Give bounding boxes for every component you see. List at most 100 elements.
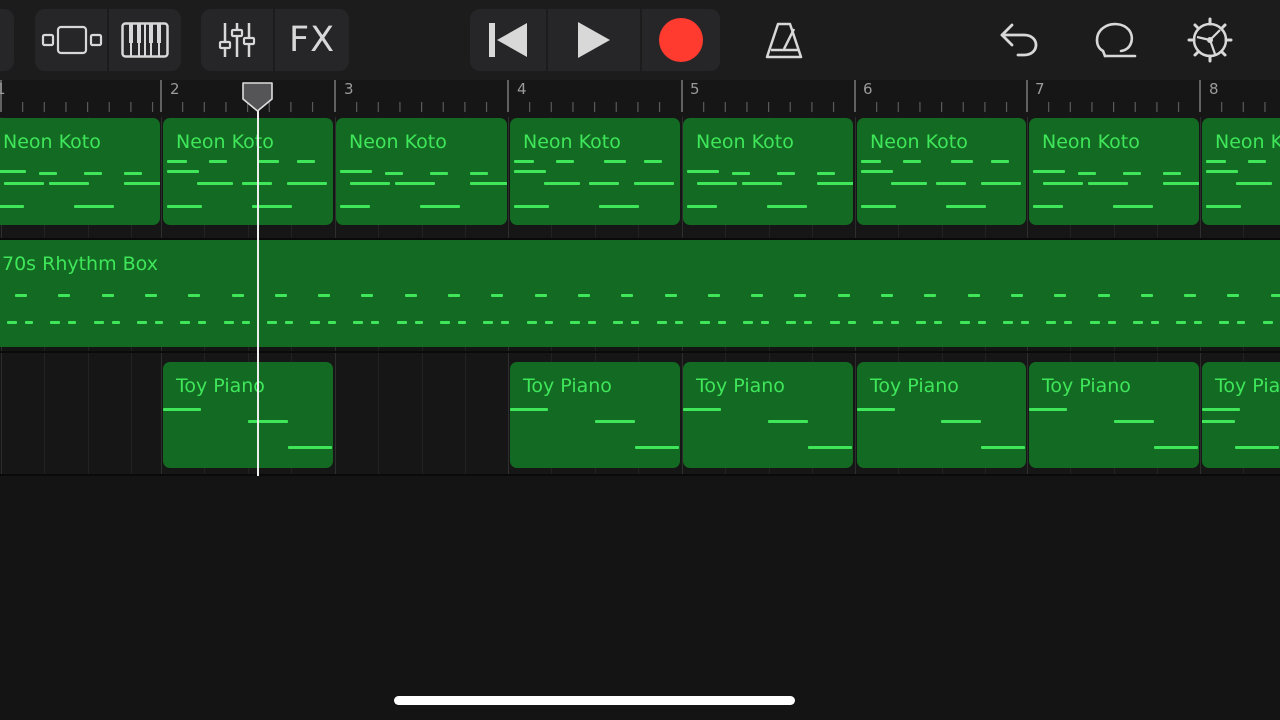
region-toy-piano[interactable]: Toy Piano — [163, 362, 333, 468]
midi-note — [1002, 321, 1013, 324]
playhead-handle[interactable] — [242, 82, 273, 116]
midi-note — [934, 321, 943, 324]
midi-note — [1262, 321, 1273, 324]
midi-note — [1206, 160, 1226, 163]
midi-note — [1043, 182, 1083, 185]
midi-note — [1194, 321, 1203, 324]
home-indicator[interactable] — [394, 696, 795, 705]
rewind-button[interactable] — [470, 9, 546, 71]
midi-note — [777, 172, 795, 175]
midi-note — [4, 182, 44, 185]
midi-note — [248, 420, 288, 423]
midi-note — [1064, 321, 1073, 324]
midi-note — [959, 321, 970, 324]
midi-note — [1154, 446, 1198, 449]
midi-note — [74, 205, 114, 208]
play-button[interactable] — [546, 9, 640, 71]
ruler-ticks — [0, 80, 1266, 112]
region-neon-koto[interactable]: Neon Koto — [857, 118, 1026, 225]
midi-note — [717, 321, 726, 324]
midi-note — [577, 294, 590, 297]
midi-note — [941, 420, 981, 423]
region-neon-koto[interactable]: Neon Koto — [683, 118, 853, 225]
loop-browser-button[interactable] — [1088, 9, 1140, 71]
timeline-ruler[interactable]: 1 2 3 4 5 6 7 8 — [0, 80, 1280, 117]
region-neon-koto[interactable]: Neon Koto — [0, 118, 160, 225]
midi-note — [761, 321, 770, 324]
midi-note — [981, 446, 1025, 449]
region-label: Toy Pia — [1215, 375, 1280, 397]
midi-note — [50, 321, 61, 324]
midi-note — [404, 294, 417, 297]
midi-note — [84, 172, 102, 175]
region-label: Toy Piano — [523, 375, 612, 397]
midi-note — [587, 321, 596, 324]
browser-button[interactable] — [0, 9, 14, 71]
region-toy-piano[interactable]: Toy Pia — [1202, 362, 1280, 468]
bar-number: 7 — [1035, 80, 1045, 98]
fx-button[interactable]: FX — [273, 9, 349, 71]
midi-note — [1078, 172, 1096, 175]
region-toy-piano[interactable]: Toy Piano — [683, 362, 853, 468]
region-neon-koto[interactable]: Neon Koto — [510, 118, 680, 225]
region-neon-koto[interactable]: Neon Koto — [1029, 118, 1199, 225]
region-toy-piano[interactable]: Toy Piano — [857, 362, 1026, 468]
record-button[interactable] — [640, 9, 720, 71]
midi-note — [167, 205, 202, 208]
region-70s-rhythm-box[interactable]: 70s Rhythm Box — [0, 240, 1280, 347]
midi-note — [15, 294, 27, 297]
metronome-button[interactable] — [758, 9, 810, 71]
midi-note — [891, 182, 927, 185]
midi-note — [310, 321, 321, 324]
region-neon-koto[interactable]: Neon Koto — [336, 118, 507, 225]
settings-icon — [1187, 17, 1233, 63]
midi-note — [1088, 182, 1128, 185]
midi-note — [39, 172, 57, 175]
midi-note — [936, 182, 966, 185]
midi-note — [420, 205, 460, 208]
keyboard-icon — [121, 22, 169, 58]
midi-note — [318, 294, 331, 297]
midi-note — [241, 321, 250, 324]
midi-note — [1202, 408, 1240, 411]
midi-note — [514, 160, 534, 163]
midi-note — [340, 205, 370, 208]
region-label: Neon Koto — [3, 131, 101, 153]
midi-note — [49, 182, 89, 185]
midi-note — [743, 321, 754, 324]
region-neon-koto[interactable]: Neon K — [1202, 118, 1280, 225]
track-divider — [0, 474, 1280, 476]
region-toy-piano[interactable]: Toy Piano — [510, 362, 680, 468]
track-view-button[interactable] — [35, 9, 107, 71]
settings-button[interactable] — [1184, 9, 1236, 71]
midi-note — [470, 182, 507, 185]
midi-note — [144, 294, 157, 297]
midi-note — [231, 294, 244, 297]
mixer-icon — [218, 23, 256, 57]
midi-note — [861, 170, 893, 173]
midi-note — [124, 182, 160, 185]
region-label: Toy Piano — [696, 375, 785, 397]
keyboard-button[interactable] — [107, 9, 181, 71]
region-neon-koto[interactable]: Neon Koto — [163, 118, 333, 225]
tracks-area[interactable]: Neon Koto Neon Koto Neon Koto Neon Koto … — [0, 117, 1280, 477]
midi-note — [837, 294, 850, 297]
undo-button[interactable] — [994, 9, 1044, 71]
midi-note — [197, 182, 233, 185]
mixer-button[interactable] — [201, 9, 273, 71]
midi-note — [687, 170, 719, 173]
midi-note — [188, 294, 201, 297]
region-label: Neon Koto — [523, 131, 621, 153]
region-label: Neon Koto — [349, 131, 447, 153]
region-toy-piano[interactable]: Toy Piano — [1029, 362, 1199, 468]
midi-note — [817, 182, 853, 185]
playhead-line — [257, 100, 259, 476]
midi-note — [1235, 446, 1279, 449]
midi-note — [881, 294, 893, 297]
midi-note — [124, 172, 142, 175]
midi-note — [25, 321, 33, 324]
midi-note — [604, 160, 626, 163]
midi-note — [534, 294, 547, 297]
midi-note — [1227, 294, 1240, 297]
midi-note — [470, 172, 488, 175]
